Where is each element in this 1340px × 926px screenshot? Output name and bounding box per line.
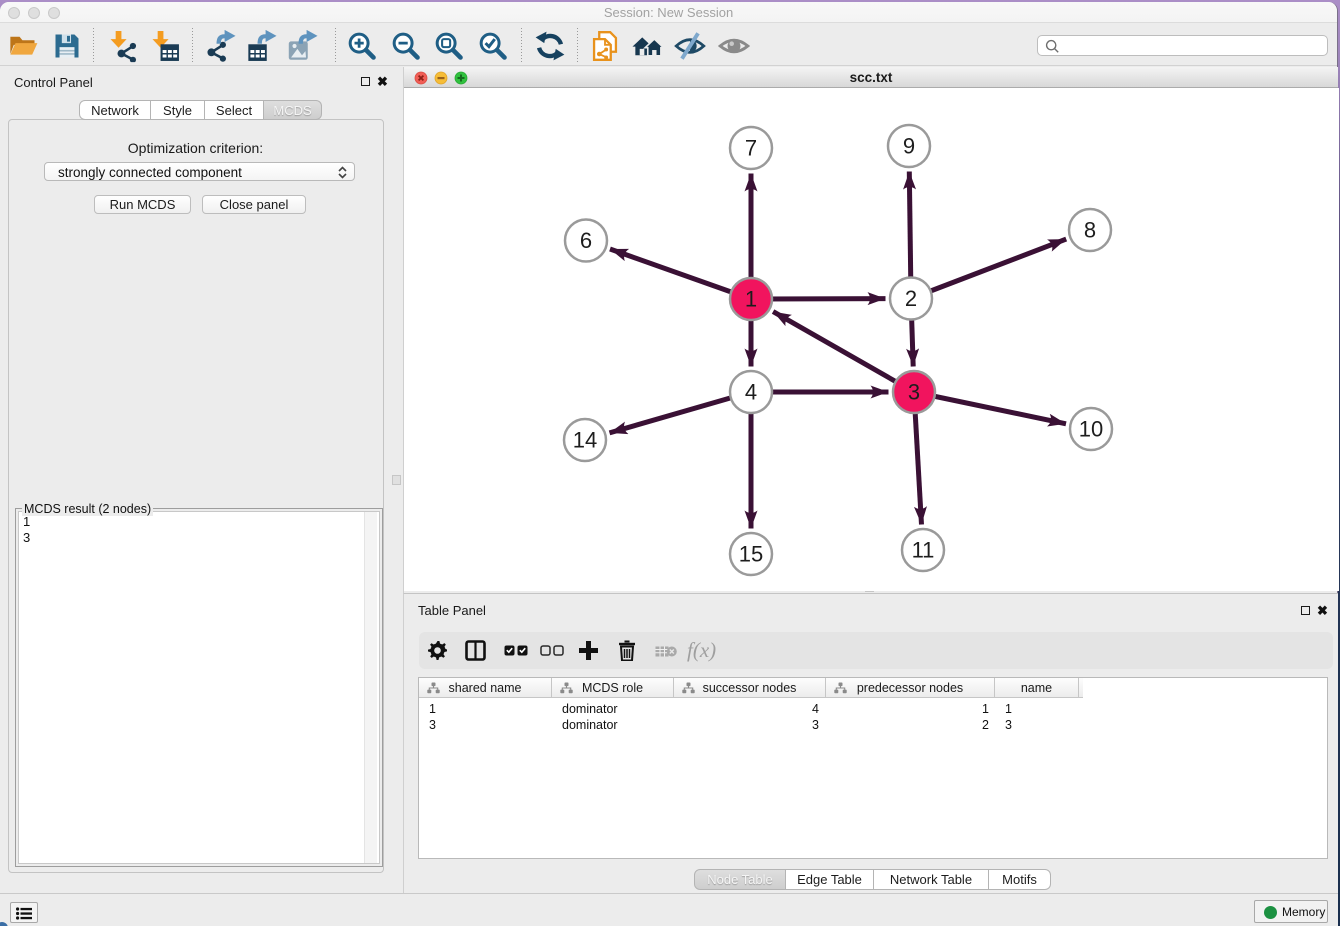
svg-text:2: 2 — [905, 286, 917, 311]
svg-text:11: 11 — [912, 538, 935, 563]
svg-text:10: 10 — [1079, 417, 1103, 442]
svg-text:3: 3 — [908, 380, 920, 405]
svg-text:6: 6 — [580, 228, 592, 253]
svg-text:7: 7 — [745, 136, 757, 161]
svg-text:8: 8 — [1084, 218, 1096, 243]
svg-text:14: 14 — [573, 428, 597, 453]
svg-text:1: 1 — [745, 287, 757, 312]
svg-text:15: 15 — [739, 542, 763, 567]
svg-text:4: 4 — [745, 380, 757, 405]
svg-text:9: 9 — [903, 134, 915, 159]
